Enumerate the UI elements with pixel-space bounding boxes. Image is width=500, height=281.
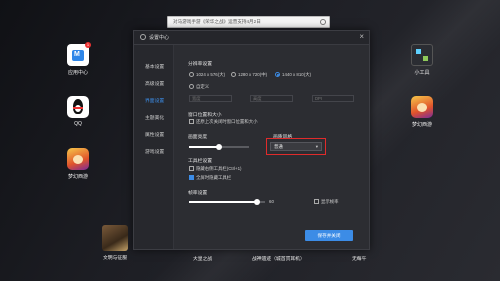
qq-icon bbox=[67, 96, 89, 118]
desktop-icon-game-right[interactable]: 梦幻西游 bbox=[400, 96, 444, 128]
slider-fill bbox=[189, 201, 258, 203]
slider-handle[interactable] bbox=[216, 143, 222, 150]
desktop-icon-label: 小工具 bbox=[414, 70, 430, 76]
nav-advanced[interactable]: 高级设置 bbox=[145, 80, 164, 87]
checkbox-label: 显示帧率 bbox=[321, 199, 339, 204]
search-icon[interactable] bbox=[320, 19, 326, 25]
dock-item-label: 无每午 bbox=[352, 257, 367, 262]
window-title: 窗口位置和大小 bbox=[188, 113, 222, 118]
dock-item-label: 大皇之战 bbox=[193, 257, 213, 262]
notification-badge: 1 bbox=[85, 42, 91, 48]
desktop-icon-label: QQ bbox=[74, 121, 82, 127]
gear-icon bbox=[140, 34, 146, 40]
height-field[interactable]: 高度 bbox=[250, 95, 293, 102]
fps-display-checkbox[interactable] bbox=[314, 199, 319, 204]
close-icon[interactable]: × bbox=[359, 32, 364, 41]
app-center-icon: 1 bbox=[67, 42, 91, 66]
nav-properties[interactable]: 属性设置 bbox=[145, 131, 164, 138]
toolbar-title: 工具栏设置 bbox=[188, 159, 212, 164]
fps-title: 帧率设置 bbox=[188, 191, 208, 196]
slider-fill bbox=[189, 146, 219, 148]
dock-item-game-2[interactable]: 大皇之战 bbox=[193, 255, 212, 262]
tools-icon bbox=[411, 44, 433, 66]
fps-value: 60 bbox=[269, 199, 274, 204]
radio-res-1[interactable] bbox=[189, 72, 194, 77]
desktop-icon-game-left[interactable]: 梦幻西游 bbox=[56, 148, 100, 180]
dock-item-label: 战神遗迹（城首贯耳机） bbox=[252, 257, 305, 262]
fps-slider[interactable] bbox=[189, 198, 265, 205]
settings-dialog: 设置中心 × 基本设置 高级设置 界面设置 主题美化 属性设置 游戏设置 bbox=[133, 30, 370, 250]
chevron-down-icon: ▾ bbox=[315, 144, 318, 149]
render-select-value: 普通 bbox=[274, 144, 283, 149]
desktop-icon-app-center[interactable]: 1 应用中心 bbox=[56, 42, 100, 76]
dock-item-game-1[interactable]: 文明与征服 bbox=[102, 225, 128, 261]
window-restore-checkbox[interactable] bbox=[189, 119, 194, 124]
nav-basic[interactable]: 基本设置 bbox=[145, 63, 164, 70]
game-thumbnail bbox=[102, 225, 128, 251]
search-input[interactable]: 对马游戏手游《荣华之战》运营支持4月2日 bbox=[167, 16, 330, 28]
checkbox-label: 隐藏右侧工具栏(Ctrl+1) bbox=[196, 166, 242, 171]
settings-sidebar: 基本设置 高级设置 界面设置 主题美化 属性设置 游戏设置 bbox=[134, 45, 174, 249]
dock-item-game-3[interactable]: 战神遗迹（城首贯耳机） bbox=[252, 255, 305, 262]
save-button[interactable]: 保存并关闭 bbox=[305, 230, 353, 241]
render-select[interactable]: 普通 ▾ bbox=[270, 142, 322, 151]
game-icon bbox=[67, 148, 89, 170]
width-field[interactable]: 宽度 bbox=[189, 95, 232, 102]
nav-theme[interactable]: 主题美化 bbox=[145, 114, 164, 121]
brightness-slider[interactable] bbox=[189, 143, 249, 150]
fullscreen-hide-checkbox[interactable] bbox=[189, 175, 194, 180]
toolbar-hide-checkbox[interactable] bbox=[189, 166, 194, 171]
nav-game[interactable]: 游戏设置 bbox=[145, 148, 164, 155]
desktop-icon-label: 梦幻西游 bbox=[411, 122, 432, 128]
dpi-field[interactable]: DPI bbox=[312, 95, 354, 102]
dock-item-game-4[interactable]: 无每午 bbox=[352, 255, 366, 262]
nav-interface[interactable]: 界面设置 bbox=[145, 97, 164, 104]
radio-label: 1440 x 810(大) bbox=[282, 72, 312, 77]
dock-item-label: 文明与征服 bbox=[103, 256, 127, 261]
checkbox-label: 全屏时隐藏工具栏 bbox=[196, 175, 232, 180]
radio-label: 1280 x 720(中) bbox=[238, 72, 268, 77]
search-text: 对马游戏手游《荣华之战》运营支持4月2日 bbox=[173, 19, 261, 24]
resolution-title: 分辨率设置 bbox=[188, 62, 212, 67]
radio-label: 自定义 bbox=[196, 84, 210, 89]
dialog-titlebar: 设置中心 × bbox=[134, 31, 369, 45]
desktop-icon-tools[interactable]: 小工具 bbox=[400, 44, 444, 76]
radio-res-2[interactable] bbox=[231, 72, 236, 77]
dialog-title: 设置中心 bbox=[149, 35, 170, 41]
game-icon bbox=[411, 96, 433, 118]
radio-res-3[interactable] bbox=[275, 72, 280, 77]
desktop-icon-label: 梦幻西游 bbox=[67, 174, 88, 180]
radio-label: 1024 x 576(大) bbox=[196, 72, 226, 77]
radio-custom[interactable] bbox=[189, 84, 194, 89]
slider-handle[interactable] bbox=[254, 198, 261, 205]
brightness-title: 画面亮度 bbox=[188, 135, 208, 140]
checkbox-label: 还原上次关闭时窗口位置和大小 bbox=[196, 119, 258, 124]
desktop-icon-label: 应用中心 bbox=[67, 70, 88, 76]
desktop-icon-qq[interactable]: QQ bbox=[56, 96, 100, 127]
